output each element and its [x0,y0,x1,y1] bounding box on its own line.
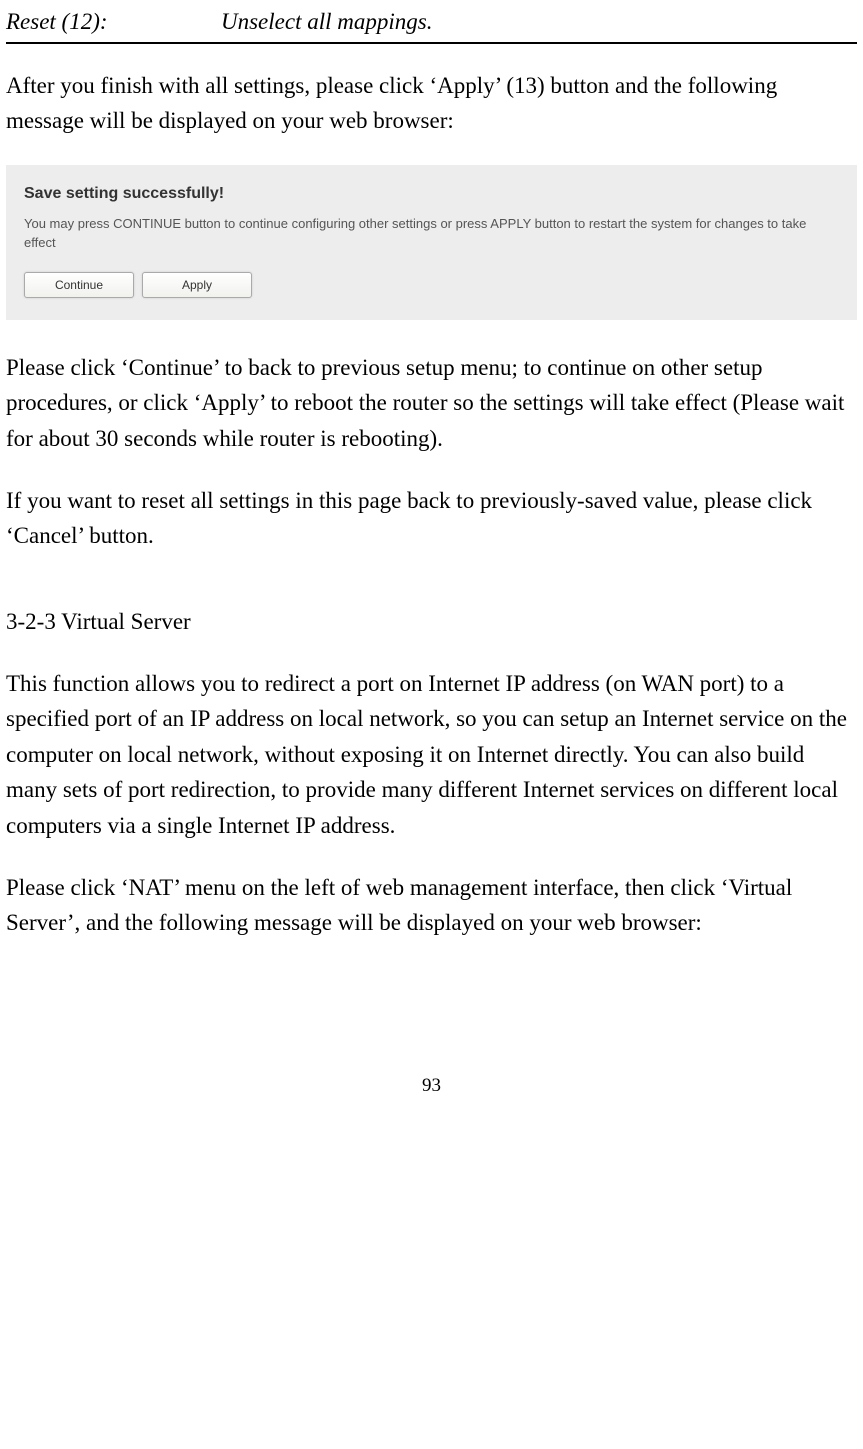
screenshot-save-setting: Save setting successfully! You may press… [6,165,857,320]
apply-button[interactable]: Apply [142,272,252,298]
screenshot-button-row: Continue Apply [24,272,839,298]
screenshot-title: Save setting successfully! [24,183,839,205]
definition-term: Reset (12): [6,4,221,40]
page-number: 93 [6,1071,857,1100]
section-heading-virtual-server: 3-2-3 Virtual Server [6,604,857,640]
definition-description: Unselect all mappings. [221,4,857,40]
paragraph-cancel: If you want to reset all settings in thi… [6,483,857,554]
definition-row: Reset (12): Unselect all mappings. [6,4,857,44]
paragraph-apply-instruction: After you finish with all settings, plea… [6,68,857,139]
paragraph-continue-apply: Please click ‘Continue’ to back to previ… [6,350,857,457]
paragraph-nat-instruction: Please click ‘NAT’ menu on the left of w… [6,870,857,941]
continue-button[interactable]: Continue [24,272,134,298]
paragraph-virtual-server-desc: This function allows you to redirect a p… [6,666,857,844]
screenshot-text: You may press CONTINUE button to continu… [24,215,839,251]
